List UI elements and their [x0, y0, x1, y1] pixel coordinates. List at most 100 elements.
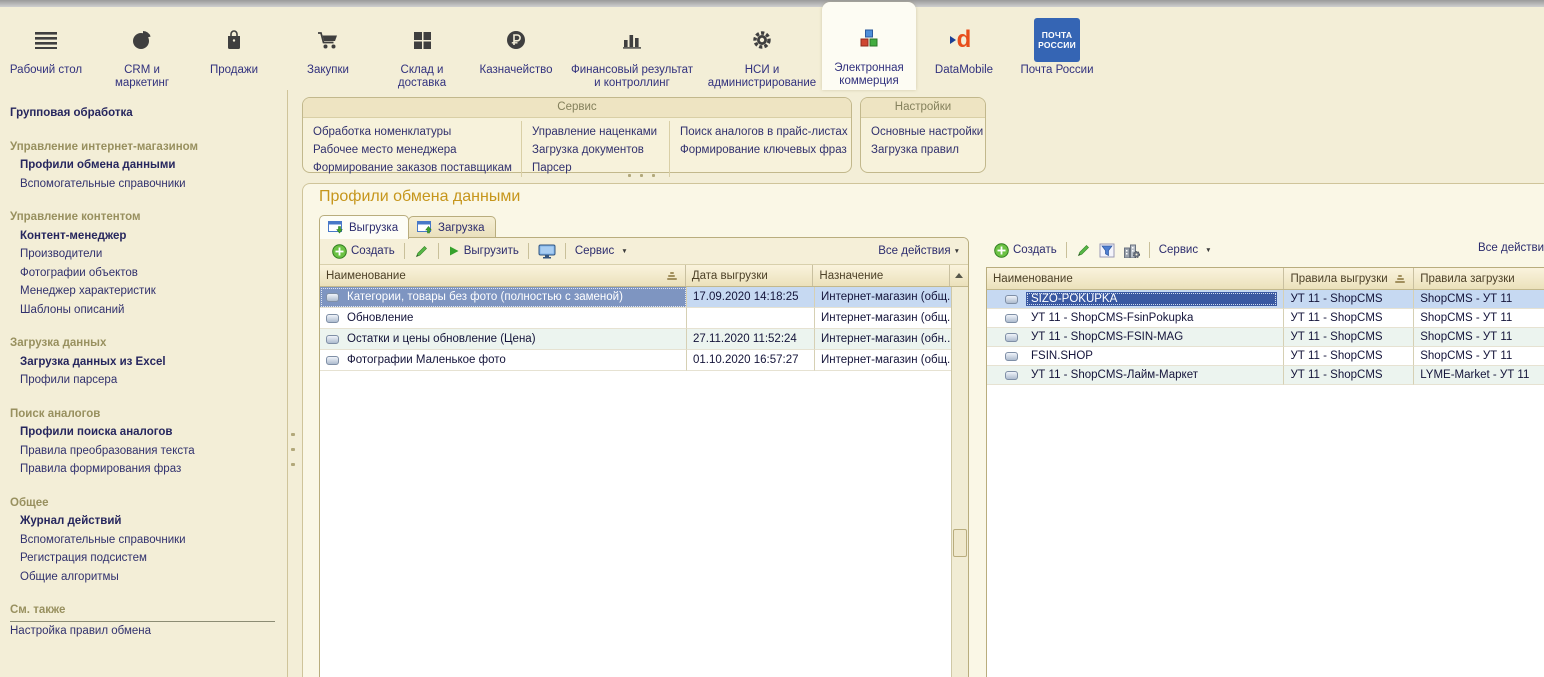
cell-name[interactable]: УТ 11 - ShopCMS-FsinPokupka — [987, 309, 1284, 328]
sidebar-item-gruppovaya-obrabotka[interactable]: Групповая обработка — [10, 104, 287, 123]
cell-load-rules[interactable]: ShopCMS - УТ 11 — [1414, 328, 1544, 347]
ribbon-section-5[interactable]: Склад и доставка — [378, 4, 466, 90]
exchange-rule-row[interactable]: УТ 11 - ShopCMS-FSIN-MAGУТ 11 - ShopCMSS… — [987, 328, 1544, 347]
export-profile-row[interactable]: ОбновлениеИнтернет-магазин (общ... — [320, 308, 968, 329]
sidebar-item[interactable]: Профили парсера — [10, 371, 287, 390]
sidebar-item[interactable]: Контент-менеджер — [10, 227, 287, 246]
sidebar-item[interactable]: Регистрация подсистем — [10, 549, 287, 568]
create-button[interactable]: Создать — [328, 242, 399, 261]
filter-button[interactable] — [1095, 241, 1119, 260]
sidebar-splitter[interactable] — [287, 90, 288, 677]
exchange-rule-row[interactable]: FSIN.SHOPУТ 11 - ShopCMSShopCMS - УТ 11 — [987, 347, 1544, 366]
command-link[interactable]: Загрузка правил — [871, 141, 983, 159]
service-menu-button[interactable]: Сервис ▼ — [1155, 242, 1216, 258]
command-link[interactable]: Основные настройки — [871, 123, 983, 141]
splitter-grip-dot[interactable] — [291, 463, 295, 466]
monitor-button[interactable] — [534, 242, 560, 261]
cell-upload-rules[interactable]: УТ 11 - ShopCMS — [1284, 347, 1414, 366]
cell-purpose[interactable]: Интернет-магазин (общ... — [815, 287, 952, 308]
sidebar-item[interactable]: Вспомогательные справочники — [10, 175, 287, 194]
cell-upload-date[interactable]: 01.10.2020 16:57:27 — [687, 350, 815, 371]
tab-zagruzka[interactable]: Загрузка — [408, 216, 496, 238]
column-header-upload-rules[interactable]: Правила выгрузки — [1284, 268, 1414, 289]
ribbon-section-6[interactable]: Казначейство — [470, 4, 562, 90]
sidebar-item[interactable]: Фотографии объектов — [10, 264, 287, 283]
splitter-grip-dot[interactable] — [291, 448, 295, 451]
cell-name[interactable]: Фотографии Маленькое фото — [320, 350, 687, 371]
structure-settings-button[interactable] — [1119, 241, 1144, 260]
cell-name[interactable]: SIZO-POKUPKA — [987, 290, 1284, 309]
sidebar-item[interactable]: Менеджер характеристик — [10, 282, 287, 301]
cell-upload-rules[interactable]: УТ 11 - ShopCMS — [1284, 366, 1414, 385]
command-link[interactable]: Обработка номенклатуры — [313, 123, 511, 141]
cell-name[interactable]: FSIN.SHOP — [987, 347, 1284, 366]
sidebar-item[interactable]: Журнал действий — [10, 512, 287, 531]
exchange-rule-row[interactable]: УТ 11 - ShopCMS-FsinPokupkaУТ 11 - ShopC… — [987, 309, 1544, 328]
sidebar-item[interactable]: Общие алгоритмы — [10, 568, 287, 587]
cell-purpose[interactable]: Интернет-магазин (общ... — [815, 350, 952, 371]
command-link[interactable]: Загрузка документов — [532, 141, 659, 159]
all-actions-button[interactable]: Все действия ▼ — [878, 245, 960, 257]
cell-upload-rules[interactable]: УТ 11 - ShopCMS — [1284, 309, 1414, 328]
ribbon-section-2[interactable]: CRM и маркетинг — [94, 4, 190, 90]
command-link[interactable]: Рабочее место менеджера — [313, 141, 511, 159]
export-profile-row[interactable]: Остатки и цены обновление (Цена)27.11.20… — [320, 329, 968, 350]
command-link[interactable]: Формирование заказов поставщикам — [313, 159, 511, 177]
cell-upload-rules[interactable]: УТ 11 - ShopCMS — [1284, 290, 1414, 309]
sidebar-item[interactable]: Производители — [10, 245, 287, 264]
ribbon-section-4[interactable]: Закупки — [286, 4, 370, 90]
command-link[interactable]: Управление наценками — [532, 123, 659, 141]
sidebar-item[interactable]: Вспомогательные справочники — [10, 531, 287, 550]
sidebar-item[interactable]: Настройка правил обмена — [10, 622, 287, 641]
sidebar-item[interactable]: Правила формирования фраз — [10, 460, 287, 479]
all-actions-button[interactable]: Все действия ▼ — [1478, 242, 1544, 254]
scrollbar-corner[interactable] — [950, 265, 968, 286]
edit-button[interactable] — [1072, 241, 1095, 260]
cell-name[interactable]: Остатки и цены обновление (Цена) — [320, 329, 687, 350]
ribbon-section-8[interactable]: НСИ и администрирование — [700, 4, 824, 90]
cell-name[interactable]: Категории, товары без фото (полностью с … — [320, 287, 687, 308]
column-header-name[interactable]: Наименование — [987, 268, 1284, 289]
ribbon-section-1[interactable]: Рабочий стол — [6, 4, 86, 90]
command-link[interactable]: Формирование ключевых фраз — [680, 141, 841, 159]
sidebar-item[interactable]: Загрузка данных из Excel — [10, 353, 287, 372]
service-menu-button[interactable]: Сервис ▼ — [571, 243, 632, 259]
sidebar-item[interactable]: Шаблоны описаний — [10, 301, 287, 320]
column-header-load-rules[interactable]: Правила загрузки — [1414, 268, 1544, 289]
upload-button[interactable]: Выгрузить — [444, 243, 523, 259]
cell-load-rules[interactable]: ShopCMS - УТ 11 — [1414, 290, 1544, 309]
sidebar-item[interactable]: Правила преобразования текста — [10, 442, 287, 461]
cell-purpose[interactable]: Интернет-магазин (обн... — [815, 329, 952, 350]
ribbon-section-7[interactable]: Финансовый результат и контроллинг — [566, 4, 698, 90]
edit-button[interactable] — [410, 242, 433, 261]
tab-vygruzka[interactable]: Выгрузка — [319, 215, 409, 239]
column-header-purpose[interactable]: Назначение — [813, 265, 950, 286]
cell-upload-date[interactable]: 27.11.2020 11:52:24 — [687, 329, 815, 350]
export-table-scrollbar[interactable] — [951, 287, 968, 677]
exchange-rule-row[interactable]: УТ 11 - ShopCMS-Лайм-МаркетУТ 11 - ShopC… — [987, 366, 1544, 385]
cell-purpose[interactable]: Интернет-магазин (общ... — [815, 308, 952, 329]
column-header-name[interactable]: Наименование — [320, 265, 686, 286]
cell-load-rules[interactable]: ShopCMS - УТ 11 — [1414, 347, 1544, 366]
cell-load-rules[interactable]: ShopCMS - УТ 11 — [1414, 309, 1544, 328]
scrollbar-thumb[interactable] — [953, 529, 967, 557]
splitter-grip-dot[interactable] — [291, 433, 295, 436]
column-header-date[interactable]: Дата выгрузки — [686, 265, 814, 286]
export-profile-row[interactable]: Категории, товары без фото (полностью с … — [320, 287, 968, 308]
cell-name[interactable]: УТ 11 - ShopCMS-Лайм-Маркет — [987, 366, 1284, 385]
command-link[interactable]: Поиск аналогов в прайс-листах — [680, 123, 841, 141]
sidebar-item[interactable]: Профили поиска аналогов — [10, 423, 287, 442]
sidebar-item[interactable]: Профили обмена данными — [10, 156, 287, 175]
cell-upload-date[interactable] — [687, 308, 815, 329]
exchange-rule-row[interactable]: SIZO-POKUPKAУТ 11 - ShopCMSShopCMS - УТ … — [987, 290, 1544, 309]
cell-name[interactable]: УТ 11 - ShopCMS-FSIN-MAG — [987, 328, 1284, 347]
ribbon-section-11[interactable]: ПОЧТАРОССИИПочта России — [1014, 4, 1100, 90]
cell-upload-rules[interactable]: УТ 11 - ShopCMS — [1284, 328, 1414, 347]
panel-splitter-grip[interactable] — [628, 174, 655, 177]
ribbon-section-9[interactable]: Электронная коммерция — [822, 2, 916, 90]
create-button[interactable]: Создать — [990, 241, 1061, 260]
cell-upload-date[interactable]: 17.09.2020 14:18:25 — [687, 287, 815, 308]
ribbon-section-10[interactable]: dDataMobile — [924, 4, 1004, 90]
export-profile-row[interactable]: Фотографии Маленькое фото01.10.2020 16:5… — [320, 350, 968, 371]
cell-load-rules[interactable]: LYME-Market - УТ 11 — [1414, 366, 1544, 385]
